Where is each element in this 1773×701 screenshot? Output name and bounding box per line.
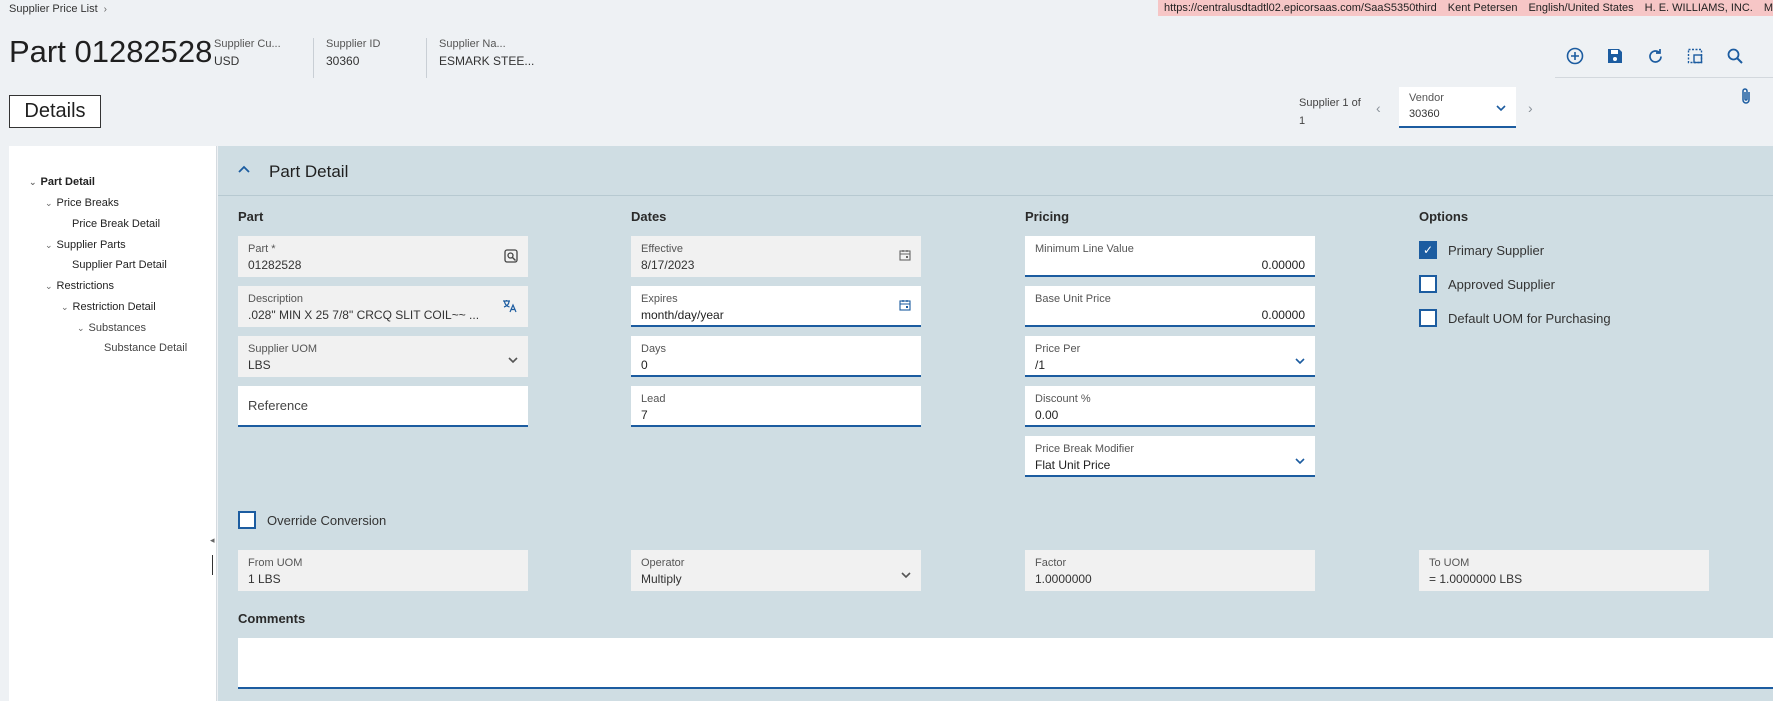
search-icon[interactable]: [1723, 44, 1747, 68]
env-extra: M: [1763, 2, 1773, 14]
tree-item-substance-detail[interactable]: Substance Detail: [104, 342, 187, 354]
calendar-icon[interactable]: [899, 249, 911, 264]
price-break-modifier-select[interactable]: Price Break Modifier Flat Unit Price: [1025, 436, 1315, 477]
part-search-icon[interactable]: [504, 249, 518, 266]
vendor-select[interactable]: Vendor 30360: [1399, 87, 1516, 128]
tree-item-restriction-detail[interactable]: ⌄ Restriction Detail: [61, 301, 156, 313]
group-title-part: Part: [238, 209, 264, 224]
translate-icon[interactable]: [502, 299, 518, 316]
vendor-label: Vendor: [1409, 92, 1444, 104]
to-uom-field: To UOM = 1.0000000 LBS: [1419, 550, 1709, 591]
env-locale: English/United States: [1528, 2, 1634, 14]
comments-textarea[interactable]: [238, 638, 1773, 689]
panel-splitter[interactable]: [212, 555, 213, 575]
comments-label: Comments: [238, 611, 306, 626]
tree-item-price-break-detail[interactable]: Price Break Detail: [72, 218, 160, 230]
tree-item-part-detail[interactable]: ⌄ Part Detail: [29, 176, 95, 188]
discount-input[interactable]: Discount % 0.00: [1025, 386, 1315, 427]
lead-input[interactable]: Lead 7: [631, 386, 921, 427]
tree-item-supplier-part-detail[interactable]: Supplier Part Detail: [72, 259, 167, 271]
group-title-pricing: Pricing: [1025, 209, 1070, 224]
chevron-right-icon: ›: [103, 4, 107, 15]
page-title: Part 01282528: [9, 34, 213, 69]
header-divider: [313, 38, 314, 78]
group-title-dates: Dates: [631, 209, 667, 224]
section-title: Part Detail: [269, 162, 349, 181]
header-divider: [426, 38, 427, 78]
breadcrumb-label[interactable]: Supplier Price List: [9, 3, 98, 15]
default-uom-checkbox[interactable]: Default UOM for Purchasing: [1419, 309, 1611, 327]
supplier-uom-select[interactable]: Supplier UOM LBS: [238, 336, 528, 377]
header-supplier-id: Supplier ID 30360: [326, 38, 381, 68]
chevron-up-icon[interactable]: [238, 160, 250, 178]
override-conversion-checkbox[interactable]: Override Conversion: [238, 511, 386, 529]
vendor-value: 30360: [1409, 108, 1440, 120]
prev-supplier-icon[interactable]: ‹: [1376, 100, 1381, 116]
header-supplier-name: Supplier Na... ESMARK STEE...: [439, 38, 535, 68]
layout-icon[interactable]: [1683, 44, 1707, 68]
chevron-down-icon[interactable]: [1295, 453, 1305, 468]
calendar-icon[interactable]: [899, 299, 911, 314]
chevron-down-icon[interactable]: ⌄: [45, 240, 53, 250]
reference-input[interactable]: Reference: [238, 386, 528, 427]
chevron-down-icon[interactable]: ⌄: [29, 177, 37, 187]
checkmark-icon[interactable]: ✓: [1419, 241, 1437, 259]
days-input[interactable]: Days 0: [631, 336, 921, 377]
chevron-down-icon[interactable]: [1295, 353, 1305, 368]
add-icon[interactable]: [1563, 44, 1587, 68]
factor-field[interactable]: Factor 1.0000000: [1025, 550, 1315, 591]
part-field[interactable]: Part * 01282528: [238, 236, 528, 277]
env-company: H. E. WILLIAMS, INC.: [1644, 2, 1753, 14]
header-supplier-currency: Supplier Cu... USD: [214, 38, 281, 68]
collapse-tree-icon[interactable]: ◂: [210, 535, 215, 546]
environment-banner: https://centralusdtadtl02.epicorsaas.com…: [1158, 0, 1773, 16]
supplier-counter: Supplier 1 of 1: [1299, 97, 1361, 127]
effective-date-field[interactable]: Effective 8/17/2023: [631, 236, 921, 277]
next-supplier-icon[interactable]: ›: [1528, 100, 1533, 116]
expires-date-input[interactable]: Expires month/day/year: [631, 286, 921, 327]
details-tab[interactable]: Details: [9, 95, 101, 128]
group-title-options: Options: [1419, 209, 1469, 224]
tree-item-restrictions[interactable]: ⌄ Restrictions: [45, 280, 114, 292]
chevron-down-icon[interactable]: ⌄: [45, 198, 53, 208]
toolbar-divider: [1555, 77, 1773, 78]
env-user: Kent Petersen: [1447, 2, 1518, 14]
section-header[interactable]: Part Detail: [218, 146, 1773, 196]
refresh-icon[interactable]: [1643, 44, 1667, 68]
attachment-icon[interactable]: [1739, 87, 1753, 108]
breadcrumb[interactable]: Supplier Price List ›: [9, 3, 107, 15]
minimum-line-value-input[interactable]: Minimum Line Value 0.00000: [1025, 236, 1315, 277]
tree-item-substances[interactable]: ⌄ Substances: [77, 322, 146, 334]
base-unit-price-input[interactable]: Base Unit Price 0.00000: [1025, 286, 1315, 327]
part-detail-panel: Part Detail Part Dates Pricing Options P…: [218, 146, 1773, 701]
price-per-select[interactable]: Price Per /1: [1025, 336, 1315, 377]
navigation-tree: ⌄ Part Detail ⌄ Price Breaks Price Break D…: [9, 146, 217, 701]
tree-item-supplier-parts[interactable]: ⌄ Supplier Parts: [45, 239, 126, 251]
checkbox-box[interactable]: [238, 511, 256, 529]
save-icon[interactable]: [1603, 44, 1627, 68]
operator-select[interactable]: Operator Multiply: [631, 550, 921, 591]
chevron-down-icon[interactable]: [901, 567, 911, 582]
tree-item-price-breaks[interactable]: ⌄ Price Breaks: [45, 197, 119, 209]
chevron-down-icon[interactable]: ⌄: [45, 281, 53, 291]
chevron-down-icon[interactable]: ⌄: [61, 302, 69, 312]
top-bar: Supplier Price List › https://centralusdt…: [0, 0, 1773, 19]
chevron-down-icon[interactable]: [1496, 101, 1506, 115]
approved-supplier-checkbox[interactable]: Approved Supplier: [1419, 275, 1555, 293]
chevron-down-icon[interactable]: ⌄: [77, 323, 85, 333]
primary-supplier-checkbox[interactable]: ✓ Primary Supplier: [1419, 241, 1544, 259]
checkbox-box[interactable]: [1419, 275, 1437, 293]
toolbar: [1563, 44, 1747, 68]
from-uom-field[interactable]: From UOM 1 LBS: [238, 550, 528, 591]
chevron-down-icon[interactable]: [508, 352, 518, 367]
description-field[interactable]: Description .028" MIN X 25 7/8" CRCQ SLI…: [238, 286, 528, 327]
env-url: https://centralusdtadtl02.epicorsaas.com…: [1164, 2, 1437, 14]
checkbox-box[interactable]: [1419, 309, 1437, 327]
